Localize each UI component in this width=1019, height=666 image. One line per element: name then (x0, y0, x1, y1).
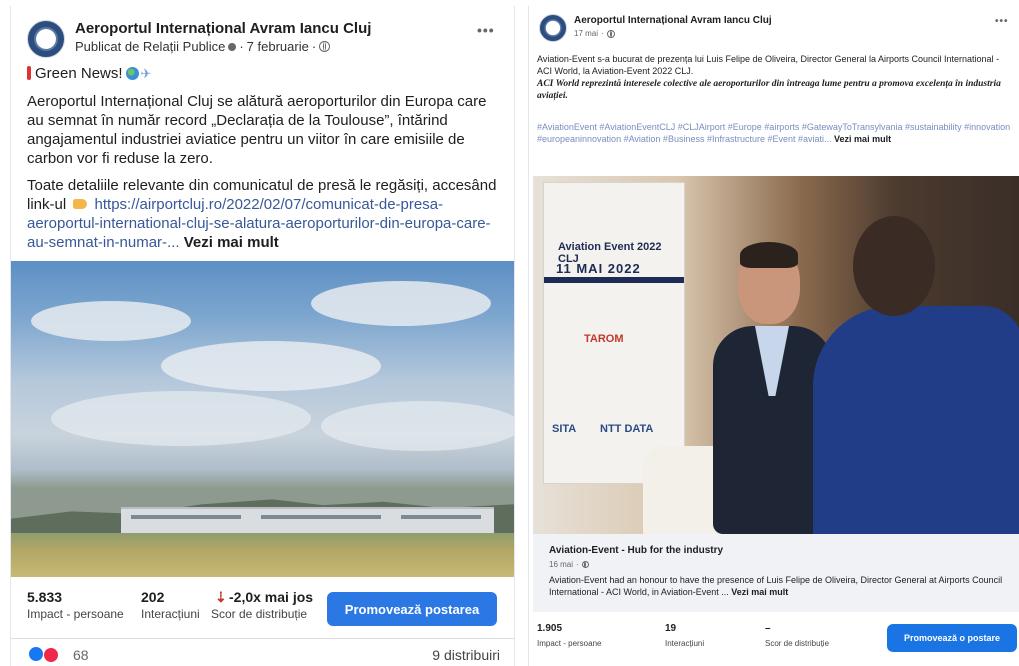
sponsor-logo: SITA (552, 423, 577, 435)
globe-icon (606, 29, 615, 38)
divider (11, 638, 514, 639)
left-post-card: Aeroportul Internațional Avram Iancu Clu… (10, 6, 515, 666)
more-options-icon[interactable]: ••• (995, 16, 1009, 27)
promote-post-button[interactable]: Promovează o postare (887, 624, 1017, 652)
distribution-icon: ⇣ (215, 589, 227, 605)
post-meta: Publicat de Relații Publice · 7 februari… (75, 39, 331, 54)
impact-value: 1.905 (537, 623, 563, 634)
hashtag-list[interactable]: #AviationEvent #AviationEventCLJ #CLJAir… (537, 122, 1010, 144)
settings-icon (228, 42, 237, 51)
right-post-card: Aeroportul Internațional Avram Iancu Clu… (528, 6, 1019, 666)
impact-label: Impact - persoane (27, 607, 124, 621)
page-name[interactable]: Aeroportul Internațional Avram Iancu Clu… (75, 20, 371, 37)
link-preview-meta: 16 mai · (549, 560, 589, 569)
shares-count[interactable]: 9 distribuiri (432, 647, 500, 663)
separator-dot: · (239, 39, 244, 54)
terminal-windows (261, 515, 381, 519)
cloud (161, 341, 381, 391)
page-avatar[interactable] (539, 14, 567, 42)
distribution-value: – (765, 623, 771, 634)
interactions-value: 202 (141, 589, 165, 605)
interviewer-head (853, 216, 935, 316)
cloud (311, 281, 491, 326)
terminal-building (121, 507, 494, 533)
link-preview-title[interactable]: Aviation-Event - Hub for the industry (549, 545, 723, 556)
post-paragraph: Aviation-Event s-a bucurat de prezența l… (537, 54, 1000, 76)
love-reaction-icon[interactable] (43, 647, 59, 663)
more-options-icon[interactable]: ••• (477, 22, 495, 38)
cloud (51, 391, 311, 446)
cloud (31, 301, 191, 341)
interactions-value: 19 (665, 623, 677, 634)
terminal-windows (401, 515, 481, 519)
post-date[interactable]: 7 februarie (247, 39, 309, 54)
post-paragraph: Toate detaliile relevante din comunicatu… (27, 176, 507, 252)
pointing-hand-icon (73, 199, 88, 209)
post-date[interactable]: 17 mai (574, 29, 598, 38)
interactions-label: Interacțiuni (665, 639, 705, 648)
banner-date: 11 MAI 2022 (556, 261, 641, 276)
see-more-link[interactable]: Vezi mai mult (731, 587, 788, 597)
impact-value: 5.833 (27, 589, 63, 605)
see-more-link[interactable]: Vezi mai mult (834, 134, 891, 144)
like-reaction-icon[interactable] (29, 647, 43, 661)
airplane-icon: ✈ (140, 66, 152, 81)
link-preview-description: Aviation-Event had an honour to have the… (549, 574, 1015, 598)
separator-dot: · (576, 560, 579, 569)
page-avatar[interactable] (27, 20, 65, 58)
post-header-line: Green News! ✈ (27, 64, 507, 83)
sponsor-logo: TAROM (584, 333, 624, 345)
hashtags: #AviationEvent #AviationEventCLJ #CLJAir… (537, 121, 1015, 145)
post-meta: 17 mai · (574, 29, 615, 38)
speaker-hair (740, 242, 798, 268)
separator-dot: · (311, 39, 317, 54)
promote-post-button[interactable]: Promovează postarea (327, 592, 497, 626)
exclamation-icon (27, 66, 31, 80)
event-banner: Aviation Event 2022 CLJ 11 MAI 2022 TARO… (543, 182, 685, 484)
globe-icon (319, 41, 331, 52)
interactions-label: Interacțiuni (141, 607, 200, 621)
published-by[interactable]: Publicat de Relații Publice (75, 39, 225, 54)
terminal-windows (131, 515, 241, 519)
impact-label: Impact - persoane (537, 639, 602, 648)
post-paragraph-italic: ACI World reprezintă interesele colectiv… (537, 79, 1001, 101)
separator-dot: · (601, 29, 604, 38)
screenshot-canvas: Aeroportul Internațional Avram Iancu Clu… (0, 0, 1019, 666)
link-preview[interactable]: Aviation-Event - Hub for the industry 16… (533, 534, 1019, 612)
reactions-count[interactable]: 68 (73, 647, 89, 663)
event-photo[interactable]: Aviation Event 2022 CLJ 11 MAI 2022 TARO… (533, 176, 1019, 534)
post-photo[interactable] (11, 261, 514, 577)
banner-stripe (544, 277, 684, 283)
globe-icon (581, 561, 589, 568)
grass-field (11, 533, 514, 577)
interviewer-body (813, 306, 1019, 534)
post-paragraph: Aeroportul Internațional Cluj se alătură… (27, 93, 487, 167)
distribution-label: Scor de distribuție (765, 639, 830, 648)
distribution-label: Scor de distribuție (211, 607, 308, 621)
earth-icon (125, 67, 139, 80)
sponsor-logo: NTT DATA (600, 423, 654, 435)
header-text: Green News! (35, 65, 123, 82)
link-preview-date: 16 mai (549, 560, 574, 569)
distribution-value: -2,0x mai jos (229, 589, 314, 605)
see-more-link[interactable]: Vezi mai mult (184, 234, 279, 251)
page-name[interactable]: Aeroportul Internațional Avram Iancu Clu… (574, 15, 772, 26)
cloud (321, 401, 514, 451)
